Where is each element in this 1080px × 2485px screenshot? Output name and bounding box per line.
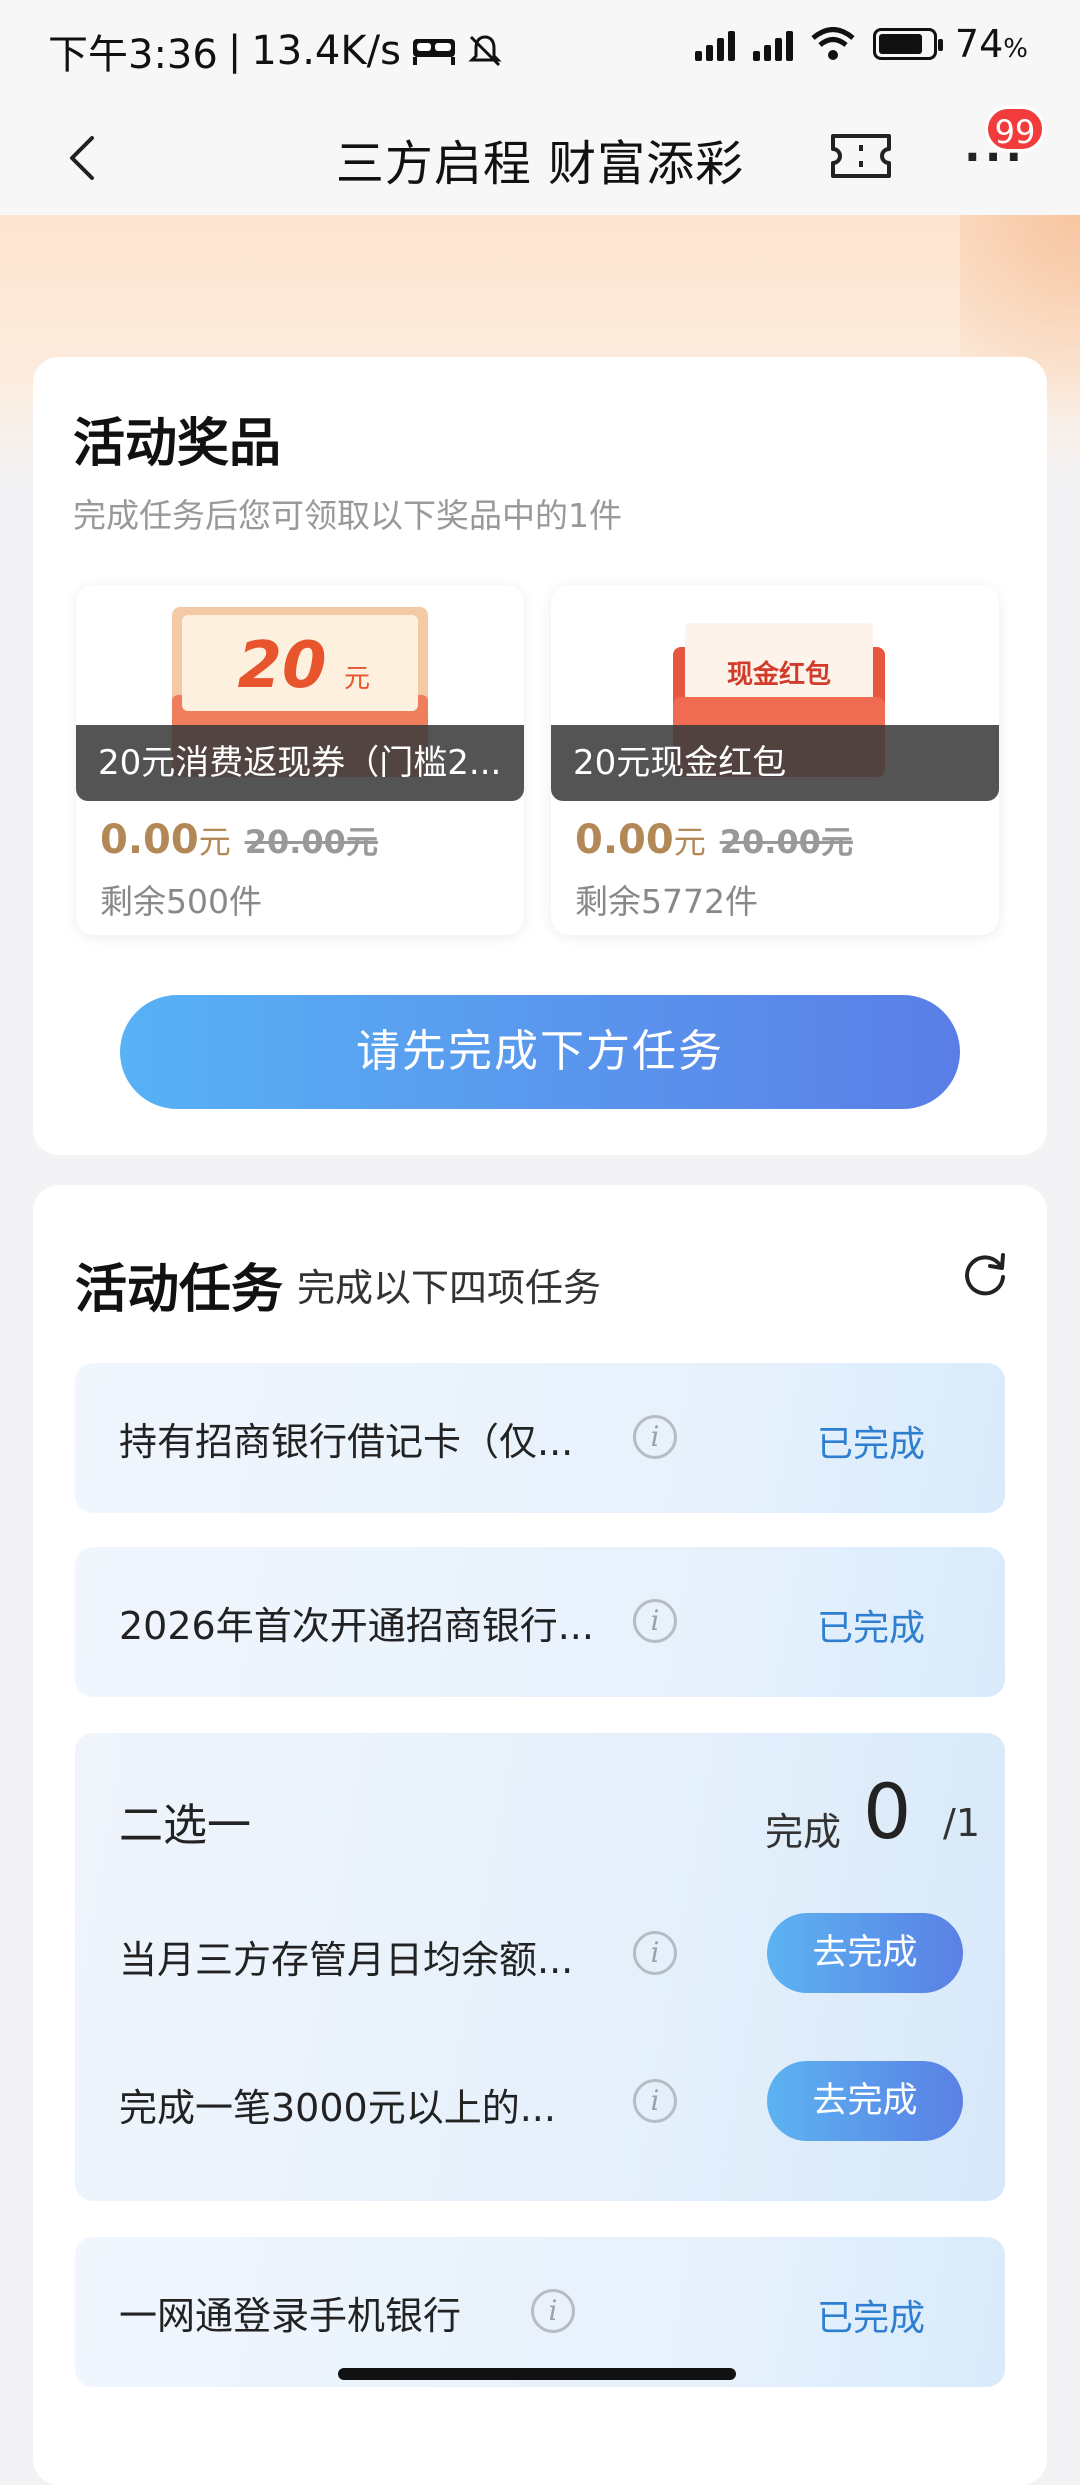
task-row-open-account: 2026年首次开通招商银行... i 已完成 bbox=[75, 1547, 1005, 1697]
progress-total: /1 bbox=[943, 1801, 980, 1845]
ticket-icon[interactable] bbox=[830, 133, 892, 179]
notification-badge: 99 bbox=[985, 106, 1045, 152]
prize-price: 0.00元 bbox=[575, 817, 706, 863]
home-indicator[interactable] bbox=[338, 2368, 736, 2380]
nav-bar: 三方启程 财富添彩 ··· bbox=[0, 100, 1080, 215]
prize-remaining: 剩余5772件 bbox=[575, 882, 758, 921]
status-left: 下午3:36 | 13.4K/s bbox=[48, 22, 503, 80]
info-icon[interactable]: i bbox=[633, 1415, 677, 1459]
progress-done-count: 0 bbox=[863, 1767, 912, 1856]
prizes-title: 活动奖品 bbox=[73, 414, 282, 474]
go-complete-button[interactable]: 去完成 bbox=[767, 2061, 963, 2141]
status-bar: 下午3:36 | 13.4K/s 74% bbox=[0, 0, 1080, 100]
price-row: 0.00元 20.00元 bbox=[575, 817, 853, 863]
choice-option-text: 当月三方存管月日均余额... bbox=[119, 1938, 574, 1982]
task-row-debit-card: 持有招商银行借记卡（仅... i 已完成 bbox=[75, 1363, 1005, 1513]
tasks-card: 活动任务 完成以下四项任务 持有招商银行借记卡（仅... i 已完成 2026年… bbox=[33, 1185, 1047, 2485]
prize-original-price: 20.00元 bbox=[244, 823, 378, 861]
prize-remaining: 剩余500件 bbox=[100, 882, 262, 921]
info-icon[interactable]: i bbox=[633, 1931, 677, 1975]
choice-group-title: 二选一 bbox=[119, 1800, 251, 1851]
tasks-title: 活动任务 bbox=[75, 1260, 284, 1320]
prize-card-red-packet[interactable]: 现金红包 20元现金红包 0.00元 20.00元 剩余5772件 bbox=[551, 585, 999, 935]
status-right: 74% bbox=[694, 22, 1028, 66]
svg-text:现金红包: 现金红包 bbox=[727, 659, 831, 690]
status-divider: | bbox=[227, 28, 242, 74]
svg-text:20: 20 bbox=[237, 629, 326, 703]
go-complete-button[interactable]: 去完成 bbox=[767, 1913, 963, 1993]
task-status-completed: 已完成 bbox=[817, 1424, 926, 1465]
task-status-completed: 已完成 bbox=[817, 1608, 926, 1649]
prizes-subtitle: 完成任务后您可领取以下奖品中的1件 bbox=[73, 496, 622, 535]
prize-label: 20元消费返现券（门槛2... bbox=[76, 725, 524, 801]
prize-price: 0.00元 bbox=[100, 817, 231, 863]
prize-label: 20元现金红包 bbox=[551, 725, 999, 801]
battery-icon bbox=[872, 28, 943, 60]
prize-original-price: 20.00元 bbox=[719, 823, 853, 861]
tasks-subtitle: 完成以下四项任务 bbox=[297, 1266, 602, 1310]
status-net-speed: 13.4K/s bbox=[251, 28, 401, 74]
task-text: 2026年首次开通招商银行... bbox=[119, 1604, 594, 1648]
page-title: 三方启程 财富添彩 bbox=[335, 136, 745, 192]
svg-text:元: 元 bbox=[344, 664, 370, 694]
info-icon[interactable]: i bbox=[531, 2289, 575, 2333]
task-status-completed: 已完成 bbox=[817, 2298, 926, 2339]
task-text: 持有招商银行借记卡（仅... bbox=[119, 1420, 574, 1464]
battery-level: 74% bbox=[954, 22, 1028, 66]
prize-card-cashback[interactable]: 20 元 20元消费返现券（门槛2... 0.00元 20.00元 剩余500件 bbox=[76, 585, 524, 935]
complete-tasks-first-button[interactable]: 请先完成下方任务 bbox=[120, 995, 960, 1109]
choice-option-text: 完成一笔3000元以上的... bbox=[119, 2086, 556, 2130]
task-row-mobile-login: 一网通登录手机银行 i 已完成 bbox=[75, 2237, 1005, 2387]
price-row: 0.00元 20.00元 bbox=[100, 817, 378, 863]
refresh-icon[interactable] bbox=[959, 1247, 1011, 1299]
info-icon[interactable]: i bbox=[633, 1599, 677, 1643]
signal-icon bbox=[752, 27, 793, 61]
progress-label: 完成 bbox=[765, 1810, 842, 1854]
info-icon[interactable]: i bbox=[633, 2079, 677, 2123]
choice-group: 二选一 完成 0 /1 当月三方存管月日均余额... i 去完成 完成一笔300… bbox=[75, 1733, 1005, 2201]
prizes-card: 活动奖品 完成任务后您可领取以下奖品中的1件 20 元 20元消费返现券（门槛2… bbox=[33, 357, 1047, 1155]
status-time: 下午3:36 bbox=[48, 32, 218, 78]
task-text: 一网通登录手机银行 bbox=[119, 2294, 462, 2338]
signal-icon bbox=[694, 27, 735, 61]
bed-icon bbox=[412, 39, 455, 65]
wifi-icon bbox=[811, 27, 855, 60]
mute-bell-icon bbox=[468, 35, 502, 67]
